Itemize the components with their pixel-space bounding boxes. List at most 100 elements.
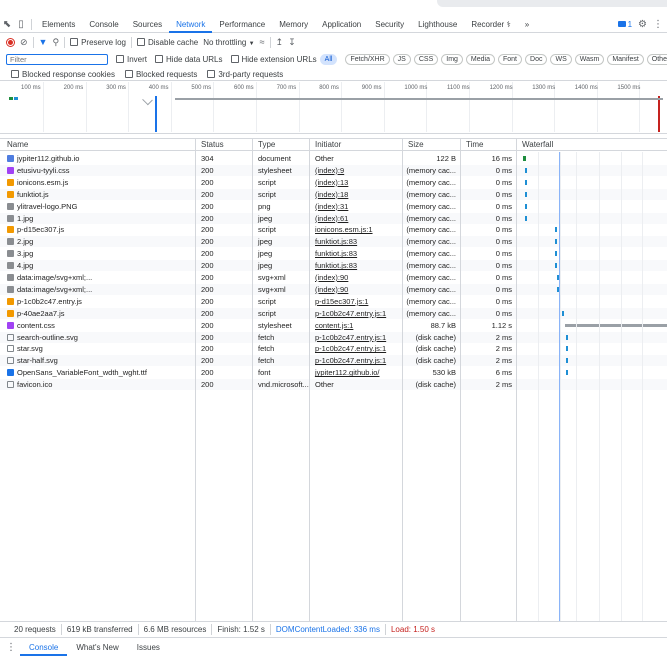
tab-recorder[interactable]: Recorder ⚕ [464,16,517,33]
type-filter-fetch-xhr[interactable]: Fetch/XHR [345,53,390,65]
type-filter-ws[interactable]: WS [550,53,572,65]
column-header-time[interactable]: Time [461,139,483,151]
request-initiator[interactable]: p-1c0b2c47.entry.js:1 [310,343,402,354]
column-header-initiator[interactable]: Initiator [310,139,341,151]
column-divider[interactable] [516,138,517,621]
table-row[interactable]: data:image/svg+xml;... 200 svg+xml (index):… [0,272,667,283]
tab-elements[interactable]: Elements [35,16,82,33]
blocked-requests-checkbox[interactable]: Blocked requests [124,70,197,79]
type-filter-js[interactable]: JS [392,53,411,65]
request-name-cell[interactable]: p-1c0b2c47.entry.js [2,296,194,307]
table-row[interactable]: etusivu-tyyli.css 200 stylesheet (index):9 (… [0,164,667,176]
tab-security[interactable]: Security [368,16,411,33]
request-initiator[interactable]: (index):18 [310,189,402,200]
request-initiator[interactable]: (index):13 [310,177,402,188]
request-initiator[interactable]: (index):9 [310,165,402,176]
drawer-menu-icon[interactable]: ⋮ [2,642,20,653]
table-row[interactable]: 1.jpg 200 jpeg (index):61 (memory cac... 0 ms [0,212,667,224]
column-divider[interactable] [402,138,403,621]
filter-input[interactable] [6,53,108,65]
more-tabs-icon[interactable]: » [518,16,536,33]
network-conditions-wifi-icon[interactable]: ≈ [260,37,265,47]
tab-lighthouse[interactable]: Lighthouse [411,16,464,33]
request-name-cell[interactable]: search-outline.svg [2,332,194,343]
hide-extension-urls-checkbox[interactable]: Hide extension URLs [230,55,317,64]
table-row[interactable]: funktiot.js 200 script (index):18 (memory ca… [0,188,667,200]
request-initiator[interactable]: (index):61 [310,213,402,224]
settings-gear-icon[interactable]: ⚙ [638,19,647,30]
request-initiator[interactable]: (index):90 [310,272,402,283]
column-header-size[interactable]: Size [403,139,424,151]
issues-badge[interactable]: 1 [617,20,632,29]
type-filter-img[interactable]: Img [441,53,463,65]
table-row[interactable]: OpenSans_VariableFont_wdth_wght.ttf 200 fo… [0,367,667,378]
request-initiator[interactable]: funktiot.js:83 [310,248,402,259]
type-filter-font[interactable]: Font [498,53,523,65]
request-name-cell[interactable]: 2.jpg [2,236,194,247]
table-row[interactable]: 3.jpg 200 jpeg funktiot.js:83 (memory cac...… [0,248,667,259]
request-name-cell[interactable]: p-40ae2aa7.js [2,308,194,319]
export-har-download-icon[interactable]: ↧ [288,37,296,48]
record-button[interactable] [6,37,15,47]
invert-checkbox[interactable]: Invert [116,55,147,64]
request-initiator[interactable]: p-1c0b2c47.entry.js:1 [310,355,402,366]
request-name-cell[interactable]: favicon.ico [2,379,194,390]
request-initiator[interactable]: (index):90 [310,284,402,295]
request-initiator[interactable]: p-1c0b2c47.entry.js:1 [310,308,402,319]
clear-icon[interactable]: ⊘ [20,37,28,48]
request-name-cell[interactable]: 3.jpg [2,248,194,259]
request-initiator[interactable]: p-d15ec307.js:1 [310,296,402,307]
throttling-select[interactable]: No throttling ▼ [203,38,254,47]
table-row[interactable]: favicon.ico 200 vnd.microsoft... Other (disk… [0,379,667,391]
table-row[interactable]: content.css 200 stylesheet content.js:1 88.7… [0,320,667,331]
type-filter-manifest[interactable]: Manifest [607,53,644,65]
request-name-cell[interactable]: data:image/svg+xml;... [2,272,194,283]
type-filter-wasm[interactable]: Wasm [574,53,605,65]
disable-cache-checkbox[interactable]: Disable cache [136,38,198,47]
drawer-tab-issues[interactable]: Issues [128,640,169,656]
column-divider[interactable] [309,138,310,621]
column-divider[interactable] [460,138,461,621]
request-name-cell[interactable]: jypiter112.github.io [2,153,194,164]
tab-console[interactable]: Console [82,16,125,33]
type-filter-media[interactable]: Media [465,53,495,65]
table-row[interactable]: ylitravel-logo.PNG 200 png (index):31 (memor… [0,201,667,212]
request-initiator[interactable]: jypiter112.github.io/ [310,367,402,378]
blocked-cookies-checkbox[interactable]: Blocked response cookies [11,70,115,79]
request-name-cell[interactable]: data:image/svg+xml;... [2,284,194,295]
filter-icon[interactable]: ▼ [39,37,48,47]
table-row[interactable]: jypiter112.github.io 304 document Other 122 … [0,153,667,164]
request-name-cell[interactable]: 4.jpg [2,260,194,271]
table-row[interactable]: 4.jpg 200 jpeg funktiot.js:83 (memory cac...… [0,260,667,272]
column-header-name[interactable]: Name [2,139,28,151]
request-name-cell[interactable]: funktiot.js [2,189,194,200]
request-name-cell[interactable]: etusivu-tyyli.css [2,165,194,176]
third-party-checkbox[interactable]: 3rd-party requests [207,70,283,79]
table-row[interactable]: p-1c0b2c47.entry.js 200 script p-d15ec307.j… [0,296,667,307]
column-header-waterfall[interactable]: Waterfall [517,139,553,151]
table-row[interactable]: ionicons.esm.js 200 script (index):13 (memor… [0,177,667,188]
column-divider[interactable] [195,138,196,621]
search-icon[interactable]: ⚲ [52,37,59,48]
tab-sources[interactable]: Sources [126,16,169,33]
drawer-tab-whats-new[interactable]: What's New [67,640,127,656]
table-row[interactable]: star.svg 200 fetch p-1c0b2c47.entry.js:1 (di… [0,343,667,354]
type-filter-other[interactable]: Other [646,53,667,65]
hide-data-urls-checkbox[interactable]: Hide data URLs [155,55,223,64]
tab-performance[interactable]: Performance [212,16,272,33]
type-filter-css[interactable]: CSS [413,53,439,65]
table-row[interactable]: star-half.svg 200 fetch p-1c0b2c47.entry.js… [0,355,667,367]
request-name-cell[interactable]: ylitravel-logo.PNG [2,201,194,212]
drawer-tab-console[interactable]: Console [20,640,68,656]
inspect-element-icon[interactable]: ⬉ [0,17,14,31]
device-toolbar-icon[interactable]: ▯ [14,17,28,31]
column-header-status[interactable]: Status [196,139,224,151]
column-header-type[interactable]: Type [253,139,275,151]
request-name-cell[interactable]: OpenSans_VariableFont_wdth_wght.ttf [2,367,194,378]
request-initiator[interactable]: funktiot.js:83 [310,260,402,271]
table-row[interactable]: p-40ae2aa7.js 200 script p-1c0b2c47.entry.j… [0,307,667,319]
table-row[interactable]: search-outline.svg 200 fetch p-1c0b2c47.ent… [0,331,667,343]
table-row[interactable]: 2.jpg 200 jpeg funktiot.js:83 (memory cac...… [0,236,667,248]
import-har-upload-icon[interactable]: ↥ [276,37,284,48]
kebab-menu-icon[interactable]: ⋮ [653,19,663,30]
